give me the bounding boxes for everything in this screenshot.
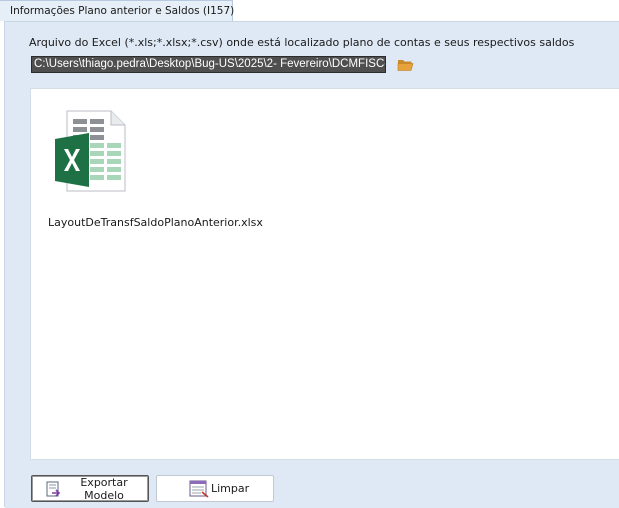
folder-open-icon[interactable] — [397, 57, 415, 73]
clear-button[interactable]: Limpar — [156, 475, 274, 502]
file-path-input[interactable]: C:\Users\thiago.pedra\Desktop\Bug-US\202… — [31, 56, 386, 73]
bottom-toolbar: Exportar Modelo Limpar — [5, 466, 619, 508]
main-panel: Arquivo do Excel (*.xls;*.xlsx;*.csv) on… — [4, 21, 619, 508]
file-item[interactable]: LayoutDeTransfSaldoPlanoAnterior.xlsx — [45, 109, 263, 234]
clear-list-icon — [189, 480, 209, 498]
file-name-label: LayoutDeTransfSaldoPlanoAnterior.xlsx — [48, 216, 263, 229]
export-model-label: Exportar Modelo — [80, 475, 128, 502]
export-model-button[interactable]: Exportar Modelo — [31, 475, 149, 502]
tab-informacoes-plano-anterior[interactable]: Informações Plano anterior e Saldos (I15… — [0, 0, 234, 21]
export-document-icon — [44, 480, 62, 498]
tab-strip: Informações Plano anterior e Saldos (I15… — [0, 0, 619, 22]
excel-file-icon — [53, 109, 129, 198]
clear-label: Limpar — [211, 482, 250, 495]
excel-file-label: Arquivo do Excel (*.xls;*.xlsx;*.csv) on… — [29, 36, 575, 49]
file-drop-area[interactable]: LayoutDeTransfSaldoPlanoAnterior.xlsx — [30, 88, 619, 460]
